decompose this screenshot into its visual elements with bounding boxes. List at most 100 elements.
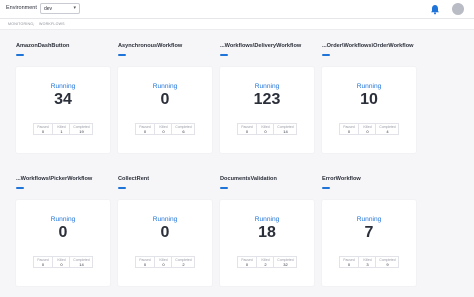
workflow-title[interactable]: AsynchronousWorkflow — [118, 43, 182, 49]
stat-value: 0 — [245, 129, 249, 135]
workflow-card[interactable]: Running 0 Paused 0 Killed 0 Completed 14 — [16, 200, 110, 286]
stat-value: 0 — [60, 262, 63, 268]
stat-completed: Completed 6 — [171, 124, 195, 134]
stat-paused: Paused 0 — [136, 257, 154, 267]
title-accent — [16, 187, 24, 189]
bell-icon[interactable] — [430, 4, 440, 15]
stat-value: 2 — [264, 262, 267, 268]
stat-value: 0 — [347, 129, 351, 135]
stat-value: 0 — [264, 129, 267, 135]
stat-value: 3 — [366, 262, 369, 268]
running-count: 7 — [364, 224, 374, 241]
stat-paused: Paused 0 — [238, 257, 256, 267]
top-bar: Environment dev ▾ — [0, 0, 474, 19]
running-count: 0 — [58, 224, 68, 241]
title-accent — [322, 187, 330, 189]
stat-completed: Completed 14 — [273, 124, 297, 134]
stat-killed: Killed 0 — [154, 124, 172, 134]
stat-paused: Paused 0 — [34, 257, 52, 267]
stat-paused: Paused 0 — [340, 257, 358, 267]
stat-value: 0 — [347, 262, 351, 268]
stat-paused: Paused 0 — [340, 124, 358, 134]
breadcrumb-workflows: WORKFLOWS — [39, 22, 65, 26]
workflow-card[interactable]: Running 123 Paused 0 Killed 0 Completed 14 — [220, 67, 314, 153]
stat-value: 0 — [41, 262, 45, 268]
environment-label: Environment — [6, 5, 37, 11]
stats-box: Paused 0 Killed 0 Completed 6 — [135, 123, 195, 135]
stat-completed: Completed 4 — [375, 124, 399, 134]
stats-box: Paused 0 Killed 1 Completed 19 — [33, 123, 93, 135]
workflow-title[interactable]: CollectRent — [118, 176, 149, 182]
stat-killed: Killed 0 — [256, 124, 274, 134]
stat-completed: Completed 32 — [273, 257, 297, 267]
workflow-title[interactable]: ErrorWorkflow — [322, 176, 361, 182]
stat-value: 0 — [162, 129, 165, 135]
workflow-card[interactable]: Running 7 Paused 0 Killed 3 Completed 9 — [322, 200, 416, 286]
status-label: Running — [356, 216, 382, 223]
stat-value: 9 — [386, 262, 389, 268]
stats-box: Paused 0 Killed 0 Completed 14 — [237, 123, 297, 135]
stat-value: 32 — [283, 262, 288, 268]
workflow-title[interactable]: ...Workflows\DeliveryWorkflow — [220, 43, 301, 49]
title-accent — [16, 54, 24, 56]
running-count: 10 — [360, 91, 378, 108]
stats-box: Paused 0 Killed 0 Completed 14 — [33, 256, 93, 268]
breadcrumb-separator: / — [33, 21, 35, 27]
stat-value: 2 — [182, 262, 185, 268]
workflow-title[interactable]: AmazonDashButton — [16, 43, 69, 49]
stat-value: 6 — [182, 129, 185, 135]
workflow-card[interactable]: Running 10 Paused 0 Killed 0 Completed 4 — [322, 67, 416, 153]
status-label: Running — [254, 216, 280, 223]
stat-value: 0 — [245, 262, 249, 268]
stat-killed: Killed 0 — [52, 257, 70, 267]
workflow-title[interactable]: DocumentsValidation — [220, 176, 277, 182]
workflow-card[interactable]: Running 0 Paused 0 Killed 0 Completed 2 — [118, 200, 212, 286]
stat-killed: Killed 0 — [358, 124, 376, 134]
stat-completed: Completed 2 — [171, 257, 195, 267]
status-label: Running — [254, 83, 280, 90]
status-label: Running — [50, 83, 76, 90]
avatar[interactable] — [452, 3, 464, 15]
stat-completed: Completed 14 — [69, 257, 93, 267]
stat-killed: Killed 3 — [358, 257, 376, 267]
stat-paused: Paused 0 — [34, 124, 52, 134]
running-count: 0 — [160, 91, 170, 108]
title-accent — [118, 54, 126, 56]
stat-value: 4 — [386, 129, 389, 135]
stat-value: 0 — [143, 262, 147, 268]
title-accent — [322, 54, 330, 56]
stat-value: 19 — [79, 129, 84, 135]
chevron-down-icon: ▾ — [73, 5, 76, 11]
title-accent — [118, 187, 126, 189]
stats-box: Paused 0 Killed 2 Completed 32 — [237, 256, 297, 268]
running-count: 0 — [160, 224, 170, 241]
running-count: 18 — [258, 224, 276, 241]
workflow-card[interactable]: Running 18 Paused 0 Killed 2 Completed 32 — [220, 200, 314, 286]
breadcrumb: MONITORING / WORKFLOWS — [0, 19, 474, 30]
stat-killed: Killed 0 — [154, 257, 172, 267]
stats-box: Paused 0 Killed 3 Completed 9 — [339, 256, 399, 268]
stat-killed: Killed 2 — [256, 257, 274, 267]
stat-value: 0 — [366, 129, 369, 135]
breadcrumb-monitoring[interactable]: MONITORING — [8, 22, 33, 26]
stat-paused: Paused 0 — [238, 124, 256, 134]
status-label: Running — [152, 216, 178, 223]
title-accent — [220, 187, 228, 189]
stats-box: Paused 0 Killed 0 Completed 4 — [339, 123, 399, 135]
stat-value: 0 — [162, 262, 165, 268]
running-count: 123 — [253, 91, 281, 108]
workflow-card[interactable]: Running 34 Paused 0 Killed 1 Completed 19 — [16, 67, 110, 153]
environment-select[interactable]: dev ▾ — [40, 3, 80, 14]
running-count: 34 — [54, 91, 72, 108]
stat-value: 14 — [79, 262, 84, 268]
stat-value: 0 — [143, 129, 147, 135]
workflow-title[interactable]: ...Order\Workflows\OrderWorkflow — [322, 43, 413, 49]
stat-value: 1 — [60, 129, 63, 135]
status-label: Running — [356, 83, 382, 90]
stat-completed: Completed 19 — [69, 124, 93, 134]
status-label: Running — [152, 83, 178, 90]
workflow-title[interactable]: ...Workflows\PickerWorkflow — [16, 176, 92, 182]
workflow-card[interactable]: Running 0 Paused 0 Killed 0 Completed 6 — [118, 67, 212, 153]
environment-value: dev — [44, 6, 53, 12]
stat-value: 14 — [283, 129, 288, 135]
